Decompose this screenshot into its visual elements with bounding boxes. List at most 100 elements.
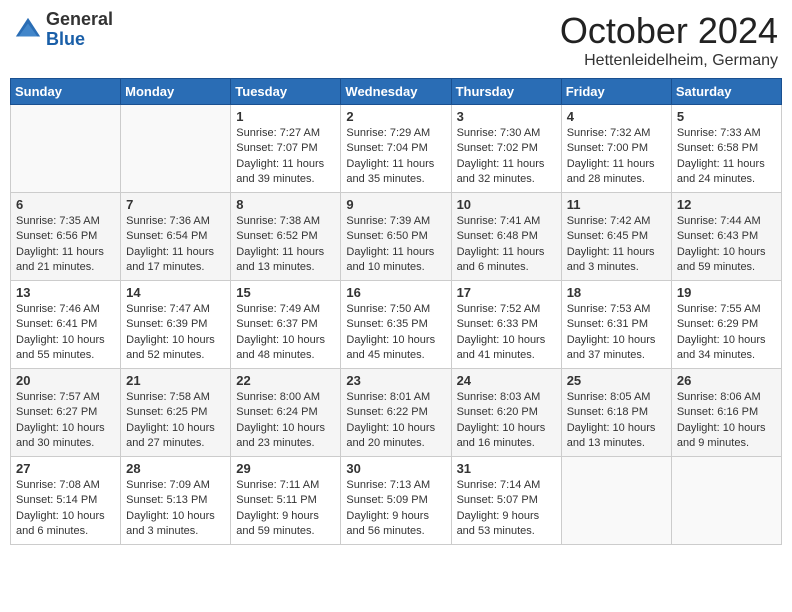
sunset: Sunset: 6:18 PM	[567, 405, 666, 420]
calendar-cell	[671, 457, 781, 545]
daylight: Daylight: 11 hours and 13 minutes.	[236, 245, 335, 276]
daylight: Daylight: 10 hours and 37 minutes.	[567, 333, 666, 364]
calendar-cell: 27 Sunrise: 7:08 AM Sunset: 5:14 PM Dayl…	[11, 457, 121, 545]
logo-icon	[14, 16, 42, 44]
calendar-cell: 11 Sunrise: 7:42 AM Sunset: 6:45 PM Dayl…	[561, 193, 671, 281]
calendar-cell: 16 Sunrise: 7:50 AM Sunset: 6:35 PM Dayl…	[341, 281, 451, 369]
calendar-week-row: 1 Sunrise: 7:27 AM Sunset: 7:07 PM Dayli…	[11, 105, 782, 193]
sunset: Sunset: 6:29 PM	[677, 317, 776, 332]
logo: General Blue	[14, 10, 113, 50]
sunset: Sunset: 5:14 PM	[16, 493, 115, 508]
sunrise: Sunrise: 7:46 AM	[16, 302, 115, 317]
sunset: Sunset: 6:16 PM	[677, 405, 776, 420]
day-number: 1	[236, 109, 335, 124]
sunset: Sunset: 6:58 PM	[677, 141, 776, 156]
calendar-cell: 8 Sunrise: 7:38 AM Sunset: 6:52 PM Dayli…	[231, 193, 341, 281]
weekday-header: Saturday	[671, 79, 781, 105]
day-info: Sunrise: 7:46 AM Sunset: 6:41 PM Dayligh…	[16, 302, 115, 364]
sunrise: Sunrise: 7:47 AM	[126, 302, 225, 317]
calendar-week-row: 20 Sunrise: 7:57 AM Sunset: 6:27 PM Dayl…	[11, 369, 782, 457]
day-info: Sunrise: 7:13 AM Sunset: 5:09 PM Dayligh…	[346, 478, 445, 540]
day-number: 8	[236, 197, 335, 212]
day-info: Sunrise: 7:09 AM Sunset: 5:13 PM Dayligh…	[126, 478, 225, 540]
daylight: Daylight: 11 hours and 10 minutes.	[346, 245, 445, 276]
day-info: Sunrise: 8:01 AM Sunset: 6:22 PM Dayligh…	[346, 390, 445, 452]
calendar-cell: 25 Sunrise: 8:05 AM Sunset: 6:18 PM Dayl…	[561, 369, 671, 457]
calendar-week-row: 27 Sunrise: 7:08 AM Sunset: 5:14 PM Dayl…	[11, 457, 782, 545]
sunset: Sunset: 5:07 PM	[457, 493, 556, 508]
calendar-table: SundayMondayTuesdayWednesdayThursdayFrid…	[10, 78, 782, 545]
calendar-cell: 3 Sunrise: 7:30 AM Sunset: 7:02 PM Dayli…	[451, 105, 561, 193]
daylight: Daylight: 10 hours and 23 minutes.	[236, 421, 335, 452]
sunrise: Sunrise: 7:33 AM	[677, 126, 776, 141]
day-number: 22	[236, 373, 335, 388]
calendar-cell: 12 Sunrise: 7:44 AM Sunset: 6:43 PM Dayl…	[671, 193, 781, 281]
sunrise: Sunrise: 8:03 AM	[457, 390, 556, 405]
day-number: 12	[677, 197, 776, 212]
day-number: 28	[126, 461, 225, 476]
day-info: Sunrise: 7:14 AM Sunset: 5:07 PM Dayligh…	[457, 478, 556, 540]
sunrise: Sunrise: 7:52 AM	[457, 302, 556, 317]
day-info: Sunrise: 7:44 AM Sunset: 6:43 PM Dayligh…	[677, 214, 776, 276]
sunset: Sunset: 6:35 PM	[346, 317, 445, 332]
calendar-week-row: 13 Sunrise: 7:46 AM Sunset: 6:41 PM Dayl…	[11, 281, 782, 369]
weekday-header: Monday	[121, 79, 231, 105]
calendar-cell: 24 Sunrise: 8:03 AM Sunset: 6:20 PM Dayl…	[451, 369, 561, 457]
calendar-cell: 28 Sunrise: 7:09 AM Sunset: 5:13 PM Dayl…	[121, 457, 231, 545]
month-title: October 2024	[560, 10, 778, 52]
daylight: Daylight: 10 hours and 52 minutes.	[126, 333, 225, 364]
sunset: Sunset: 5:11 PM	[236, 493, 335, 508]
day-info: Sunrise: 7:50 AM Sunset: 6:35 PM Dayligh…	[346, 302, 445, 364]
sunset: Sunset: 6:41 PM	[16, 317, 115, 332]
day-number: 4	[567, 109, 666, 124]
calendar-cell: 13 Sunrise: 7:46 AM Sunset: 6:41 PM Dayl…	[11, 281, 121, 369]
daylight: Daylight: 10 hours and 9 minutes.	[677, 421, 776, 452]
daylight: Daylight: 11 hours and 17 minutes.	[126, 245, 225, 276]
daylight: Daylight: 9 hours and 59 minutes.	[236, 509, 335, 540]
calendar-cell: 31 Sunrise: 7:14 AM Sunset: 5:07 PM Dayl…	[451, 457, 561, 545]
calendar-cell: 2 Sunrise: 7:29 AM Sunset: 7:04 PM Dayli…	[341, 105, 451, 193]
daylight: Daylight: 10 hours and 3 minutes.	[126, 509, 225, 540]
day-number: 18	[567, 285, 666, 300]
day-number: 6	[16, 197, 115, 212]
sunrise: Sunrise: 7:58 AM	[126, 390, 225, 405]
sunrise: Sunrise: 7:08 AM	[16, 478, 115, 493]
day-number: 17	[457, 285, 556, 300]
logo-line2: Blue	[46, 30, 113, 50]
day-number: 15	[236, 285, 335, 300]
sunset: Sunset: 6:25 PM	[126, 405, 225, 420]
day-number: 30	[346, 461, 445, 476]
sunrise: Sunrise: 7:49 AM	[236, 302, 335, 317]
day-number: 31	[457, 461, 556, 476]
daylight: Daylight: 9 hours and 56 minutes.	[346, 509, 445, 540]
daylight: Daylight: 11 hours and 39 minutes.	[236, 157, 335, 188]
sunset: Sunset: 5:09 PM	[346, 493, 445, 508]
logo-line1: General	[46, 10, 113, 30]
day-number: 9	[346, 197, 445, 212]
sunset: Sunset: 6:45 PM	[567, 229, 666, 244]
sunrise: Sunrise: 8:06 AM	[677, 390, 776, 405]
day-info: Sunrise: 8:05 AM Sunset: 6:18 PM Dayligh…	[567, 390, 666, 452]
day-info: Sunrise: 7:53 AM Sunset: 6:31 PM Dayligh…	[567, 302, 666, 364]
day-info: Sunrise: 7:30 AM Sunset: 7:02 PM Dayligh…	[457, 126, 556, 188]
day-info: Sunrise: 7:49 AM Sunset: 6:37 PM Dayligh…	[236, 302, 335, 364]
calendar-cell: 23 Sunrise: 8:01 AM Sunset: 6:22 PM Dayl…	[341, 369, 451, 457]
sunset: Sunset: 6:50 PM	[346, 229, 445, 244]
day-number: 5	[677, 109, 776, 124]
day-info: Sunrise: 7:32 AM Sunset: 7:00 PM Dayligh…	[567, 126, 666, 188]
calendar-cell: 30 Sunrise: 7:13 AM Sunset: 5:09 PM Dayl…	[341, 457, 451, 545]
calendar-cell: 9 Sunrise: 7:39 AM Sunset: 6:50 PM Dayli…	[341, 193, 451, 281]
calendar-cell	[11, 105, 121, 193]
daylight: Daylight: 11 hours and 32 minutes.	[457, 157, 556, 188]
day-info: Sunrise: 7:35 AM Sunset: 6:56 PM Dayligh…	[16, 214, 115, 276]
sunrise: Sunrise: 7:35 AM	[16, 214, 115, 229]
sunset: Sunset: 7:02 PM	[457, 141, 556, 156]
calendar-cell: 29 Sunrise: 7:11 AM Sunset: 5:11 PM Dayl…	[231, 457, 341, 545]
sunset: Sunset: 5:13 PM	[126, 493, 225, 508]
calendar-cell: 6 Sunrise: 7:35 AM Sunset: 6:56 PM Dayli…	[11, 193, 121, 281]
daylight: Daylight: 11 hours and 6 minutes.	[457, 245, 556, 276]
sunrise: Sunrise: 7:55 AM	[677, 302, 776, 317]
calendar-cell: 20 Sunrise: 7:57 AM Sunset: 6:27 PM Dayl…	[11, 369, 121, 457]
day-number: 14	[126, 285, 225, 300]
sunrise: Sunrise: 7:11 AM	[236, 478, 335, 493]
